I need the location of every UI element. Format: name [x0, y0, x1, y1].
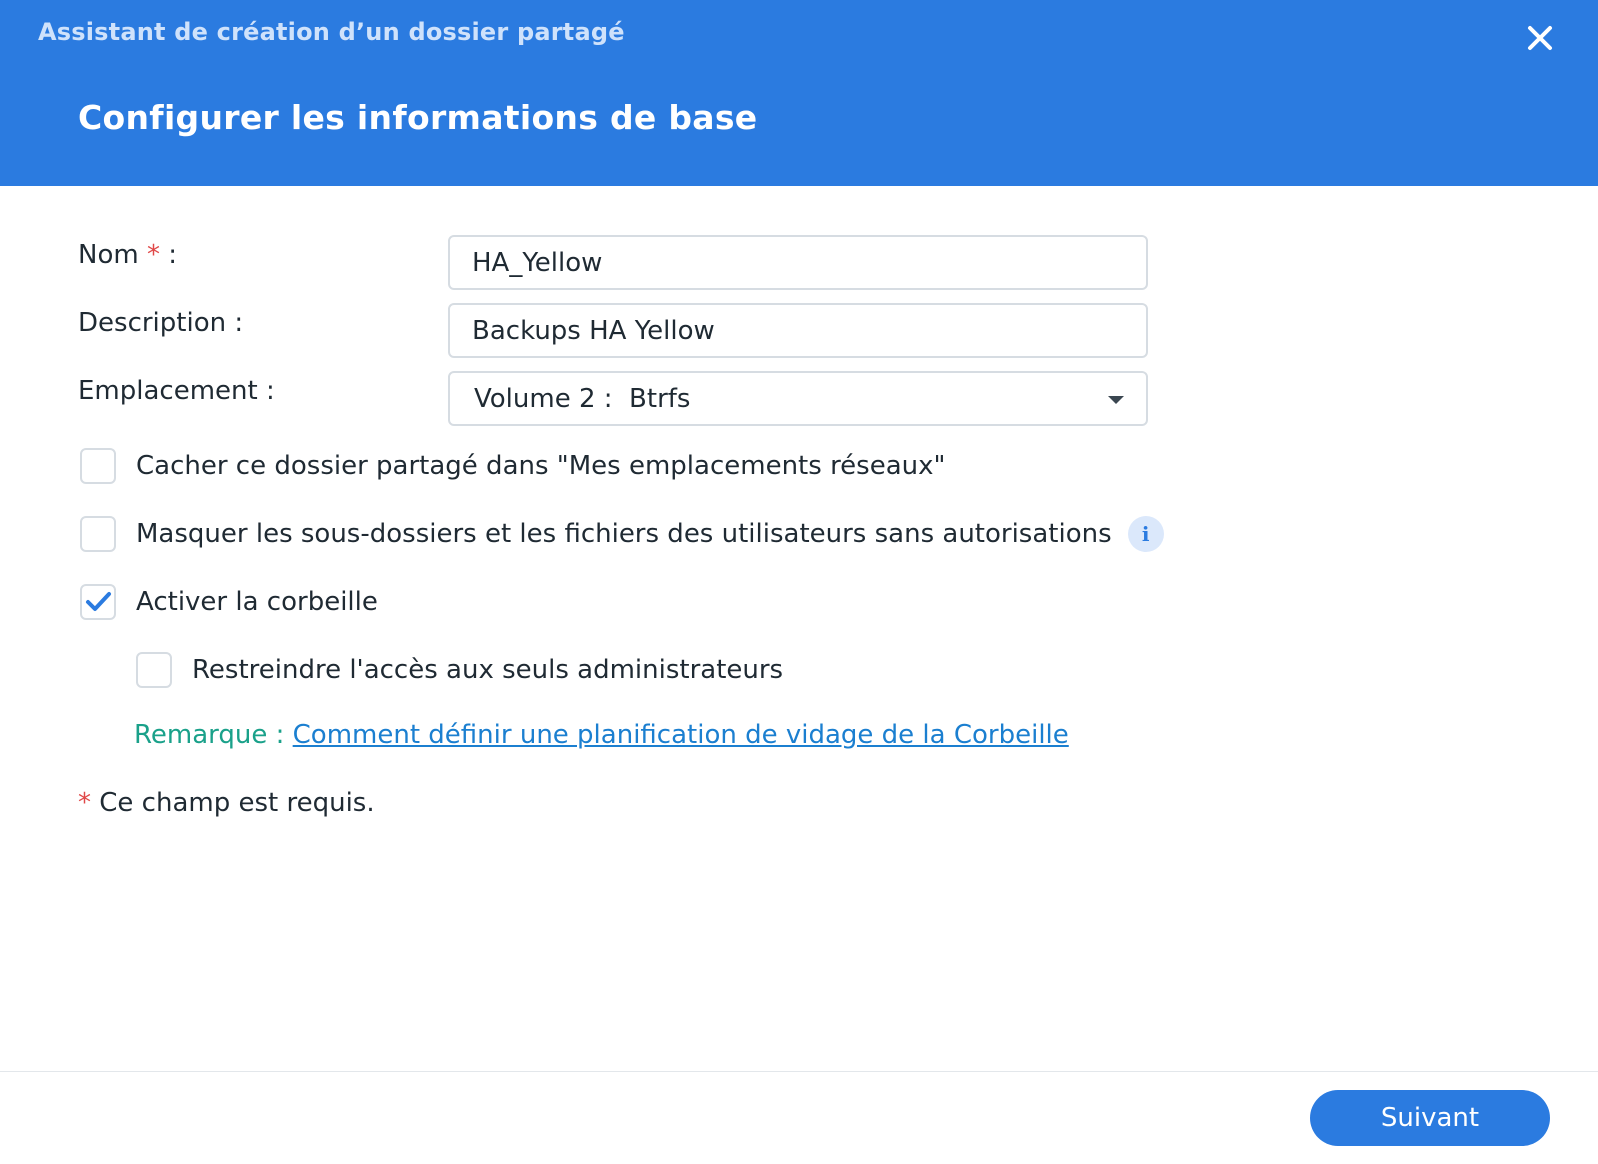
- footer-divider: [0, 1071, 1598, 1072]
- hide-subfolders-label: Masquer les sous-dossiers et les fichier…: [136, 519, 1112, 549]
- recycle-bin-option[interactable]: Activer la corbeille: [80, 584, 378, 620]
- recycle-bin-checkbox[interactable]: [80, 584, 116, 620]
- description-field[interactable]: [448, 303, 1148, 358]
- close-button[interactable]: [1520, 18, 1560, 58]
- name-field[interactable]: [448, 235, 1148, 290]
- close-icon: [1528, 26, 1552, 50]
- admin-only-label: Restreindre l'accès aux seuls administra…: [192, 655, 784, 685]
- required-note-text: Ce champ est requis.: [99, 788, 375, 818]
- admin-only-checkbox[interactable]: [136, 652, 172, 688]
- hide-folder-checkbox[interactable]: [80, 448, 116, 484]
- recycle-note: Remarque : Comment définir une planifica…: [134, 720, 1069, 750]
- info-glyph: i: [1141, 522, 1150, 546]
- step-title: Configurer les informations de base: [78, 98, 758, 137]
- location-select[interactable]: Volume 2 : Btrfs: [448, 371, 1148, 426]
- note-label: Remarque :: [134, 720, 285, 750]
- location-value: Volume 2 : Btrfs: [474, 384, 691, 414]
- window-title: Assistant de création d’un dossier parta…: [38, 18, 625, 46]
- info-icon[interactable]: i: [1127, 516, 1164, 552]
- name-input[interactable]: [450, 237, 1146, 288]
- recycle-bin-label: Activer la corbeille: [136, 587, 378, 617]
- next-button[interactable]: Suivant: [1310, 1090, 1550, 1146]
- recycle-schedule-link[interactable]: Comment définir une planification de vid…: [293, 720, 1069, 750]
- name-label-text: Nom: [78, 240, 139, 270]
- name-label-colon: :: [168, 240, 177, 270]
- required-field-note: * Ce champ est requis.: [78, 788, 375, 818]
- name-label: Nom * :: [78, 240, 177, 270]
- admin-only-option[interactable]: Restreindre l'accès aux seuls administra…: [136, 652, 783, 688]
- hide-subfolders-checkbox[interactable]: [80, 516, 116, 552]
- description-label: Description :: [78, 308, 244, 338]
- required-star: *: [146, 240, 160, 270]
- description-input[interactable]: [450, 305, 1146, 356]
- dropdown-arrow-icon: [1108, 396, 1124, 404]
- wizard-header: Assistant de création d’un dossier parta…: [0, 0, 1598, 186]
- hide-subfolders-option[interactable]: Masquer les sous-dossiers et les fichier…: [80, 516, 1164, 552]
- checkmark-icon: [86, 592, 111, 611]
- hide-folder-label: Cacher ce dossier partagé dans "Mes empl…: [136, 451, 946, 481]
- required-note-star: *: [78, 788, 91, 818]
- location-label: Emplacement :: [78, 376, 275, 406]
- hide-folder-option[interactable]: Cacher ce dossier partagé dans "Mes empl…: [80, 448, 945, 484]
